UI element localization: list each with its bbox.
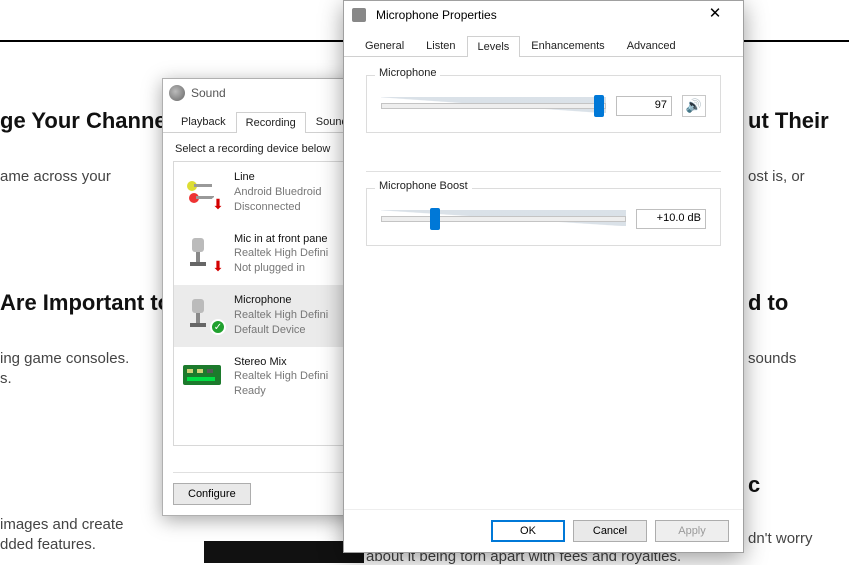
microphone-level-legend: Microphone	[375, 67, 440, 79]
microphone-boost-legend: Microphone Boost	[375, 180, 472, 192]
slider-thumb[interactable]	[594, 95, 604, 117]
microphone-boost-group: Microphone Boost +10.0 dB	[366, 188, 721, 246]
tab-enhancements[interactable]: Enhancements	[520, 35, 615, 56]
mic-properties-window: Microphone Properties ✕ General Listen L…	[343, 0, 744, 553]
bg-heading-2: Are Important to	[0, 290, 171, 316]
tab-levels[interactable]: Levels	[467, 36, 521, 57]
configure-button[interactable]: Configure	[173, 483, 251, 505]
circuit-board-icon	[180, 355, 224, 395]
cancel-button[interactable]: Cancel	[573, 520, 647, 542]
tab-recording[interactable]: Recording	[236, 112, 306, 133]
mic-jack-icon: ⬇	[180, 232, 224, 272]
microphone-level-group: Microphone 97 🔊	[366, 75, 721, 133]
bg-text: dn't worry	[748, 530, 813, 547]
down-arrow-badge-icon: ⬇	[210, 258, 226, 274]
tab-listen[interactable]: Listen	[415, 35, 466, 56]
mic-titlebar-icon	[352, 8, 366, 22]
mic-titlebar[interactable]: Microphone Properties ✕	[344, 1, 743, 29]
bg-text: sounds	[748, 350, 796, 367]
close-icon[interactable]: ✕	[695, 4, 735, 26]
bg-text: dded features.	[0, 536, 96, 553]
mic-tabs: General Listen Levels Enhancements Advan…	[344, 29, 743, 57]
microphone-level-value[interactable]: 97	[616, 96, 672, 116]
tab-general[interactable]: General	[354, 35, 415, 56]
microphone-boost-value[interactable]: +10.0 dB	[636, 209, 706, 229]
plugs-icon: ⬇	[180, 170, 224, 210]
bg-heading-1: ge Your Channel	[0, 108, 173, 134]
sound-titlebar-icon	[169, 85, 185, 101]
ok-button[interactable]: OK	[491, 520, 565, 542]
bg-text: ost is, or	[748, 168, 805, 185]
bg-text: images and create	[0, 516, 123, 533]
slider-thumb[interactable]	[430, 208, 440, 230]
down-arrow-badge-icon: ⬇	[210, 196, 226, 212]
microphone-level-slider[interactable]	[381, 94, 606, 118]
bg-text: ame across your	[0, 168, 111, 185]
bg-heading-right: ut Their	[748, 108, 829, 134]
mic-jack-icon: ✓	[180, 293, 224, 333]
bg-text: ing game consoles.	[0, 350, 129, 367]
check-badge-icon: ✓	[210, 319, 226, 335]
mic-footer: OK Cancel Apply	[344, 509, 743, 552]
tab-playback[interactable]: Playback	[171, 111, 236, 132]
bg-heading-right: d to	[748, 290, 788, 316]
apply-button: Apply	[655, 520, 729, 542]
microphone-boost-slider[interactable]	[381, 207, 626, 231]
bg-heading-right: c	[748, 472, 760, 498]
tab-advanced[interactable]: Advanced	[616, 35, 687, 56]
bg-text: s.	[0, 370, 12, 387]
mic-title: Microphone Properties	[374, 8, 695, 22]
sound-title: Sound	[191, 86, 226, 100]
embedded-image-strip	[204, 541, 364, 563]
speaker-icon[interactable]: 🔊	[682, 95, 706, 117]
